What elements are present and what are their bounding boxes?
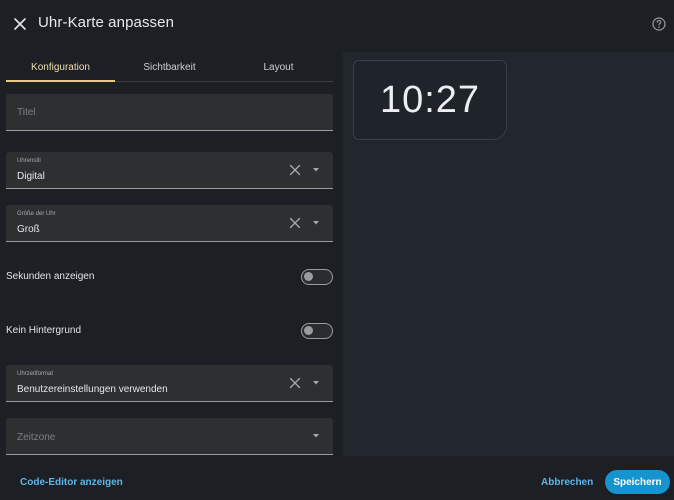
chevron-down-icon[interactable]	[313, 381, 319, 385]
clock-style-value: Digital	[17, 171, 45, 182]
no-background-row: Kein Hintergrund	[6, 322, 333, 342]
tab-sichtbarkeit[interactable]: Sichtbarkeit	[115, 54, 224, 81]
clear-icon[interactable]	[289, 217, 301, 229]
save-button[interactable]: Speichern	[605, 470, 670, 494]
code-editor-button[interactable]: Code-Editor anzeigen	[20, 477, 123, 488]
dialog-header: Uhr-Karte anpassen	[0, 0, 674, 48]
clock-size-value: Groß	[17, 224, 40, 235]
time-format-select[interactable]: Uhrzeitformat Benutzereinstellungen verw…	[6, 365, 333, 402]
toggle-knob	[304, 326, 313, 335]
help-icon[interactable]	[651, 16, 667, 32]
no-background-label: Kein Hintergrund	[6, 325, 82, 336]
clock-style-label: Uhrenstil	[17, 158, 41, 164]
tab-konfiguration[interactable]: Konfiguration	[6, 54, 115, 82]
chevron-down-icon[interactable]	[313, 221, 319, 225]
timezone-select[interactable]: Zeitzone	[6, 418, 333, 455]
toggle-knob	[304, 272, 313, 281]
show-seconds-toggle[interactable]	[301, 269, 333, 285]
clear-icon[interactable]	[289, 164, 301, 176]
clock-size-label: Größe der Uhr	[17, 211, 56, 217]
show-seconds-label: Sekunden anzeigen	[6, 271, 95, 282]
dialog-footer: Code-Editor anzeigen Abbrechen Speichern	[0, 456, 674, 500]
clock-style-select[interactable]: Uhrenstil Digital	[6, 152, 333, 189]
chevron-down-icon[interactable]	[313, 434, 319, 438]
editor-pane: Konfiguration Sichtbarkeit Layout Titel …	[0, 48, 340, 456]
no-background-toggle[interactable]	[301, 323, 333, 339]
title-input[interactable]: Titel	[6, 94, 333, 131]
tab-bar: Konfiguration Sichtbarkeit Layout	[6, 54, 333, 82]
show-seconds-row: Sekunden anzeigen	[6, 268, 333, 288]
clear-icon[interactable]	[289, 377, 301, 389]
time-format-value: Benutzereinstellungen verwenden	[17, 384, 168, 395]
clock-card-preview: 10:27	[353, 60, 507, 140]
chevron-down-icon[interactable]	[313, 168, 319, 172]
time-format-label: Uhrzeitformat	[17, 371, 54, 377]
cancel-button[interactable]: Abbrechen	[541, 477, 593, 488]
dialog-title: Uhr-Karte anpassen	[38, 14, 175, 31]
close-icon[interactable]	[10, 14, 30, 34]
clock-time: 10:27	[379, 78, 481, 121]
timezone-placeholder: Zeitzone	[17, 432, 56, 443]
title-placeholder: Titel	[17, 107, 36, 118]
tab-layout[interactable]: Layout	[224, 54, 333, 81]
clock-size-select[interactable]: Größe der Uhr Groß	[6, 205, 333, 242]
